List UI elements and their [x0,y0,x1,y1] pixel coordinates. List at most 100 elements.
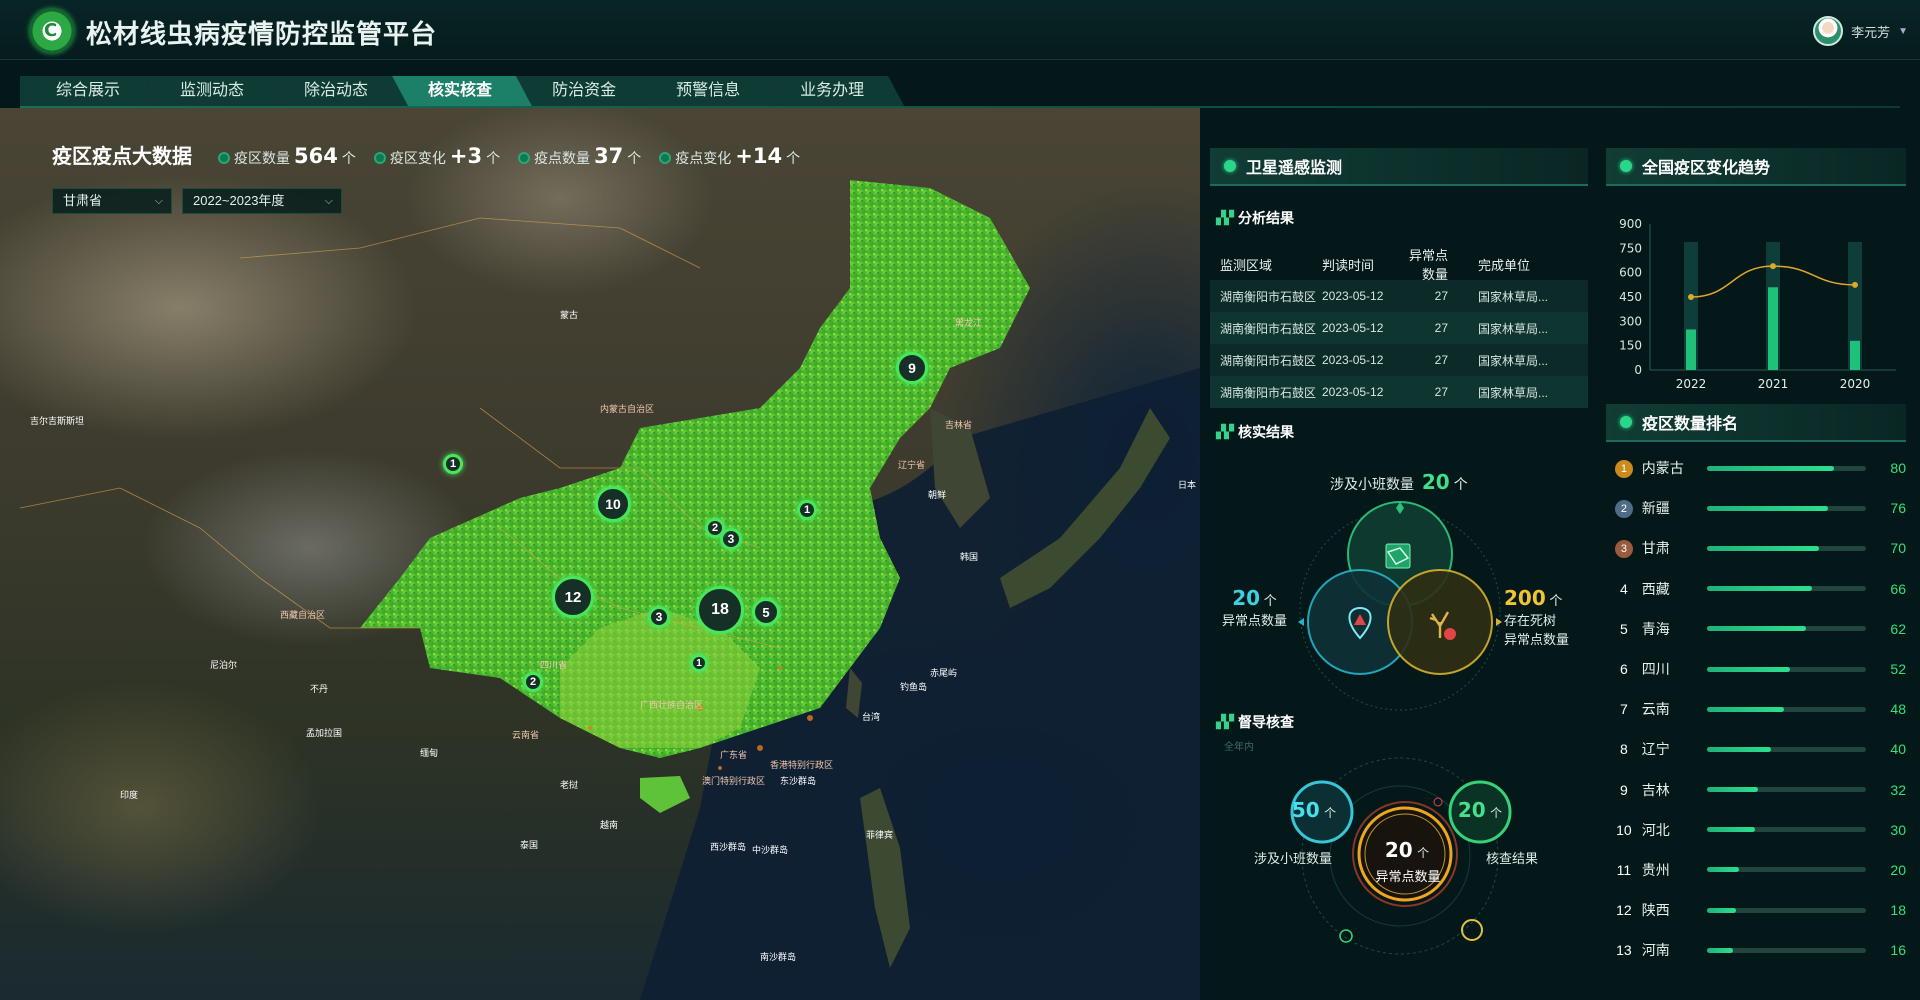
tab-monitoring[interactable]: 监测动态 [144,76,284,106]
cell-time: 2023-05-12 [1322,385,1384,399]
map-cluster-marker[interactable]: 2 [705,518,725,538]
table-header: 监测区域 判读时间 异常点数量 完成单位 [1210,248,1588,282]
year-select[interactable]: 2022~2023年度 ⌵ [182,188,342,214]
svg-text:吉林省: 吉林省 [945,419,972,431]
rank-name: 甘肃 [1641,540,1670,557]
svg-text:钓鱼岛: 钓鱼岛 [900,681,927,693]
rank-name: 新疆 [1641,500,1670,517]
svg-text:朝鲜: 朝鲜 [928,489,946,501]
ranking-row[interactable]: 6 四川 52 [1606,649,1906,689]
stat-unit: 个 [1490,806,1503,820]
rank-number: 13 [1616,942,1632,959]
main-nav: 综合展示 监测动态 除治动态 核实核查 防治资金 预警信息 业务办理 [20,76,888,106]
header-dot-icon [1620,160,1632,172]
svg-text:南沙群岛: 南沙群岛 [760,951,796,963]
x-tick-label: 2022 [1676,377,1707,391]
svg-text:四川省: 四川省 [540,659,567,671]
supervise-right-label: 核查结果 [1486,851,1539,866]
y-tick-label: 300 [1619,314,1642,328]
stat-label: 异常点数量 [1222,613,1288,628]
analysis-subheader: ▞▞ 分析结果 [1216,208,1294,228]
ranking-row[interactable]: 13 河南 16 [1606,930,1906,970]
rank-bar [1707,746,1867,752]
rank-bar-fill [1707,545,1819,551]
map-cluster-marker[interactable]: 9 [896,352,928,384]
tab-warning[interactable]: 预警信息 [640,76,780,106]
header-dot-icon [1620,416,1632,428]
rank-bar-fill [1707,907,1736,913]
svg-text:缅甸: 缅甸 [420,747,438,759]
stat-unit: 个 [786,150,801,166]
map-cluster-marker[interactable]: 5 [752,598,780,626]
map-cluster-marker[interactable]: 1 [690,654,708,672]
user-menu[interactable]: 李元芳 ▼ [1813,16,1908,46]
app-title: 松材线虫病疫情防控监管平台 [86,20,438,50]
map-cluster-marker[interactable]: 2 [523,672,543,692]
rank-bar [1707,626,1867,632]
svg-text:孟加拉国: 孟加拉国 [306,727,342,739]
ranking-row[interactable]: 5 青海 62 [1606,609,1906,649]
cell-time: 2023-05-12 [1322,353,1384,367]
ranking-row[interactable]: 9 吉林 32 [1606,770,1906,810]
table-row[interactable]: 湖南衡阳市石鼓区 2023-05-12 27 国家林草局... [1210,312,1588,344]
svg-text:黑龙江: 黑龙江 [955,317,982,329]
tab-overview[interactable]: 综合展示 [20,76,160,106]
svg-text:广西壮族自治区: 广西壮族自治区 [640,699,703,711]
avatar[interactable] [1813,16,1844,46]
y-tick-label: 150 [1619,339,1642,353]
svg-text:越南: 越南 [600,819,618,831]
map-cluster-marker[interactable]: 1 [797,500,817,520]
ranking-row[interactable]: 12 陕西 18 [1606,890,1906,930]
map-cluster-marker[interactable]: 10 [595,486,631,522]
rank-medal-icon: 2 [1614,499,1633,518]
ranking-row[interactable]: 10 河北 30 [1606,810,1906,850]
tab-treatment[interactable]: 除治动态 [268,76,408,106]
tab-verification[interactable]: 核实核查 [392,76,532,106]
satellite-map[interactable]: 黑龙江 吉林省 辽宁省 朝鲜 韩国 日本 内蒙古自治区 四川省 西藏自治区 云南省 广西壮族自… [0,108,1200,1000]
verify-top-stat: 涉及小班数量 20 个 [1330,470,1468,494]
rank-bar-fill [1707,505,1829,511]
table-row[interactable]: 湖南衡阳市石鼓区 2023-05-12 27 国家林草局... [1210,280,1588,312]
stat-value: 200 [1504,586,1546,610]
svg-text:尼泊尔: 尼泊尔 [210,659,237,671]
rank-bar-fill [1707,746,1771,752]
ranking-row[interactable]: 4 西藏 66 [1606,569,1906,609]
tab-business[interactable]: 业务办理 [764,76,904,106]
rank-bar [1707,586,1867,592]
tab-funding[interactable]: 防治资金 [516,76,656,106]
trend-panel-header: 全国疫区变化趋势 [1606,148,1906,186]
col-anomaly: 异常点数量 [1408,248,1448,282]
rank-name: 云南 [1641,701,1670,718]
verify-left-stat: 20 个 异常点数量 [1222,586,1287,629]
ranking-row[interactable]: 7 云南 48 [1606,689,1906,729]
stat-label: 疫区变化 [389,150,446,166]
y-tick-label: 0 [1634,363,1642,377]
cell-unit: 国家林草局... [1478,353,1549,368]
cell-anomaly: 27 [1434,385,1448,399]
stat-unit: 个 [1417,846,1430,860]
map-cluster-marker[interactable]: 1 [443,454,463,474]
stat-dot-icon [518,152,531,164]
ranking-row[interactable]: 2 新疆 76 [1606,488,1906,528]
stat-label: 异常点数量 [1504,632,1570,647]
ranking-row[interactable]: 11 贵州 20 [1606,850,1906,890]
summary-title: 疫区疫点大数据 [52,144,192,168]
stat-dot-icon [373,152,386,164]
stat-value: +14 [735,144,783,168]
ranking-row[interactable]: 8 辽宁 40 [1606,729,1906,769]
table-row[interactable]: 湖南衡阳市石鼓区 2023-05-12 27 国家林草局... [1210,376,1588,408]
map-cluster-marker[interactable]: 12 [552,576,594,618]
map-cluster-marker[interactable]: 18 [696,586,744,634]
ranking-row[interactable]: 1 内蒙古 80 [1606,448,1906,488]
stat-value: 37 [594,144,624,168]
map-cluster-marker[interactable]: 3 [648,606,670,628]
summary-stats: 疫区疫点大数据 疫区数量 564 个 疫区变化 +3 个 疫点数量 37 个 疫点变化 +14… [52,140,800,169]
svg-text:菲律宾: 菲律宾 [866,829,893,841]
table-row[interactable]: 湖南衡阳市石鼓区 2023-05-12 27 国家林草局... [1210,344,1588,376]
stat-unit: 个 [486,150,501,166]
ranking-row[interactable]: 3 甘肃 70 [1606,528,1906,568]
province-select[interactable]: 甘肃省 ⌵ [52,188,172,214]
bar [1850,340,1860,370]
trend-point [1770,263,1776,270]
chevron-down-icon: ⌵ [154,195,163,207]
